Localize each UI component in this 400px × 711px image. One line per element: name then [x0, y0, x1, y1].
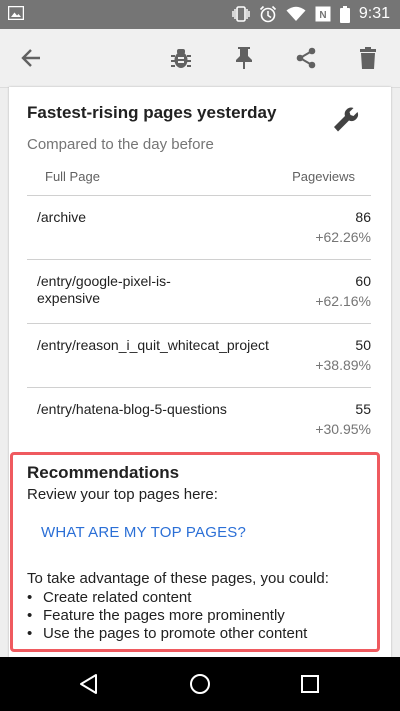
trash-icon	[360, 47, 376, 69]
table-row[interactable]: /archive 86 +62.26%	[27, 196, 371, 259]
recommendations-list: Create related content Feature the pages…	[27, 589, 307, 643]
page-path: /entry/reason_i_quit_whitecat_project	[37, 337, 269, 353]
top-pages-link[interactable]: WHAT ARE MY TOP PAGES?	[41, 524, 246, 541]
status-bar: N 9:31	[0, 0, 400, 29]
list-item: Use the pages to promote other content	[27, 625, 307, 643]
status-time: 9:31	[358, 5, 390, 22]
delete-button[interactable]	[354, 44, 382, 72]
wrench-icon	[334, 107, 358, 132]
svg-text:N: N	[319, 10, 326, 21]
pageviews-value: 50	[355, 337, 371, 353]
list-item: Create related content	[27, 589, 307, 607]
share-button[interactable]	[292, 44, 320, 72]
pageviews-change: +30.95%	[315, 421, 371, 437]
table-row[interactable]: /entry/hatena-blog-5-questions 55 +30.95…	[27, 388, 371, 451]
table-row[interactable]: /entry/google-pixel-is-expensive 60 +62.…	[27, 260, 371, 323]
pin-button[interactable]	[230, 44, 258, 72]
recommendations-intro: To take advantage of these pages, you co…	[27, 570, 329, 587]
debug-button[interactable]	[167, 44, 195, 72]
share-icon	[296, 47, 316, 69]
list-item: Feature the pages more prominently	[27, 607, 307, 625]
pageviews-change: +62.16%	[315, 293, 371, 309]
back-button[interactable]	[17, 44, 45, 72]
pageviews-value: 86	[355, 209, 371, 225]
recommendations-subtitle: Review your top pages here:	[27, 486, 218, 503]
pageviews-value: 60	[355, 273, 371, 289]
bug-icon	[171, 49, 191, 68]
navigation-bar	[0, 657, 400, 711]
recommendations-panel: Recommendations Review your top pages he…	[10, 452, 380, 652]
vibrate-icon	[232, 6, 250, 22]
card-title: Fastest-rising pages yesterday	[27, 103, 277, 122]
table-row[interactable]: /entry/reason_i_quit_whitecat_project 50…	[27, 324, 371, 387]
app-bar	[0, 29, 400, 88]
wifi-icon	[286, 6, 306, 21]
content-card: Fastest-rising pages yesterday Compared …	[9, 87, 391, 657]
column-header-pageviews: Pageviews	[292, 169, 355, 184]
back-arrow-icon	[21, 49, 40, 67]
circle-home-icon	[190, 674, 210, 694]
nav-recents-button[interactable]	[297, 671, 323, 697]
nav-home-button[interactable]	[187, 671, 213, 697]
page-path: /archive	[37, 209, 87, 225]
pageviews-change: +62.26%	[315, 229, 371, 245]
square-recents-icon	[301, 675, 319, 693]
nav-back-button[interactable]	[76, 671, 102, 697]
signal-icon: N	[315, 6, 331, 22]
triangle-back-icon	[80, 674, 97, 694]
image-icon	[8, 6, 24, 20]
pin-icon	[236, 47, 252, 69]
card-subtitle: Compared to the day before	[27, 136, 214, 153]
recommendations-title: Recommendations	[27, 463, 180, 482]
customize-button[interactable]	[331, 105, 359, 133]
pageviews-change: +38.89%	[315, 357, 371, 373]
battery-icon	[339, 5, 350, 23]
page-path: /entry/hatena-blog-5-questions	[37, 401, 227, 417]
alarm-icon	[259, 5, 276, 23]
pageviews-value: 55	[355, 401, 371, 417]
column-header-page: Full Page	[45, 169, 100, 184]
page-path: /entry/google-pixel-is-expensive	[37, 273, 171, 306]
